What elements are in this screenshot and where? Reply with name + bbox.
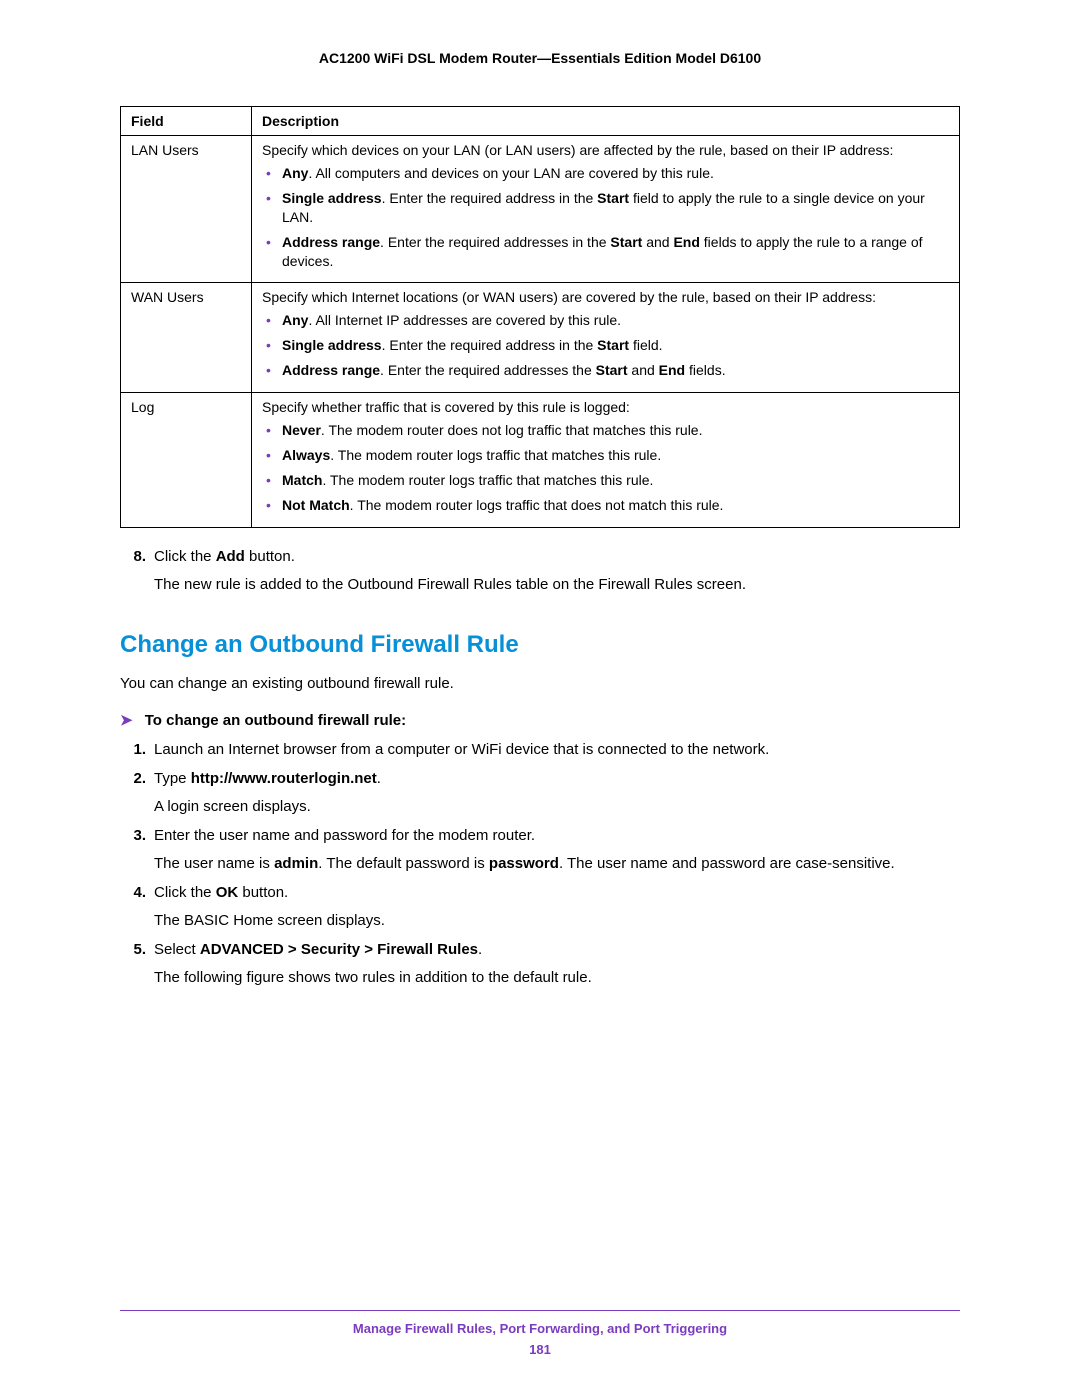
description-cell: Specify which Internet locations (or WAN… (252, 283, 960, 393)
step-8-follow: The new rule is added to the Outbound Fi… (154, 574, 960, 597)
step-3: 3. Enter the user name and password for … (120, 825, 960, 848)
field-cell: WAN Users (121, 283, 252, 393)
bullet-item: Single address. Enter the required addre… (262, 336, 949, 355)
footer-rule (120, 1310, 960, 1311)
bullet-item: Any. All computers and devices on your L… (262, 164, 949, 183)
cell-intro: Specify whether traffic that is covered … (262, 399, 949, 415)
step-number: 1. (120, 739, 154, 762)
step-5-follow: The following figure shows two rules in … (154, 967, 960, 990)
bullet-item: Match. The modem router logs traffic tha… (262, 471, 949, 490)
step-body: Enter the user name and password for the… (154, 825, 960, 848)
footer-section-title: Manage Firewall Rules, Port Forwarding, … (0, 1321, 1080, 1336)
bullet-item: Always. The modem router logs traffic th… (262, 446, 949, 465)
step-2: 2. Type http://www.routerlogin.net. (120, 768, 960, 791)
step-body: Click the Add button. (154, 546, 960, 569)
description-cell: Specify which devices on your LAN (or LA… (252, 136, 960, 283)
bullet-item: Never. The modem router does not log tra… (262, 421, 949, 440)
step-3-follow: The user name is admin. The default pass… (154, 853, 960, 876)
table-header-description: Description (252, 107, 960, 136)
table-row: WAN Users Specify which Internet locatio… (121, 283, 960, 393)
step-4-follow: The BASIC Home screen displays. (154, 910, 960, 933)
document-title: AC1200 WiFi DSL Modem Router—Essentials … (120, 50, 960, 66)
step-number: 8. (120, 546, 154, 569)
cell-intro: Specify which Internet locations (or WAN… (262, 289, 949, 305)
step-number: 4. (120, 882, 154, 905)
table-row: Log Specify whether traffic that is cove… (121, 393, 960, 528)
bullet-item: Address range. Enter the required addres… (262, 361, 949, 380)
step-1: 1. Launch an Internet browser from a com… (120, 739, 960, 762)
procedure-heading: ➤ To change an outbound firewall rule: (120, 711, 960, 729)
procedure-steps: 1. Launch an Internet browser from a com… (120, 739, 960, 990)
bullet-item: Single address. Enter the required addre… (262, 189, 949, 227)
step-5: 5. Select ADVANCED > Security > Firewall… (120, 939, 960, 962)
step-4: 4. Click the OK button. (120, 882, 960, 905)
page-content: AC1200 WiFi DSL Modem Router—Essentials … (0, 0, 1080, 990)
table-header-field: Field (121, 107, 252, 136)
page-footer: Manage Firewall Rules, Port Forwarding, … (0, 1310, 1080, 1357)
step-number: 5. (120, 939, 154, 962)
step-body: Type http://www.routerlogin.net. (154, 768, 960, 791)
step-2-follow: A login screen displays. (154, 796, 960, 819)
fields-table: Field Description LAN Users Specify whic… (120, 106, 960, 528)
bullet-item: Any. All Internet IP addresses are cover… (262, 311, 949, 330)
step-body: Click the OK button. (154, 882, 960, 905)
step-number: 3. (120, 825, 154, 848)
bullet-item: Address range. Enter the required addres… (262, 233, 949, 271)
step-number: 2. (120, 768, 154, 791)
bullet-item: Not Match. The modem router logs traffic… (262, 496, 949, 515)
field-cell: Log (121, 393, 252, 528)
step-8: 8. Click the Add button. (120, 546, 960, 569)
description-cell: Specify whether traffic that is covered … (252, 393, 960, 528)
procedure-title: To change an outbound firewall rule: (145, 712, 406, 729)
field-cell: LAN Users (121, 136, 252, 283)
cell-intro: Specify which devices on your LAN (or LA… (262, 142, 949, 158)
step-body: Select ADVANCED > Security > Firewall Ru… (154, 939, 960, 962)
footer-page-number: 181 (0, 1342, 1080, 1357)
step-body: Launch an Internet browser from a comput… (154, 739, 960, 762)
section-heading: Change an Outbound Firewall Rule (120, 631, 960, 659)
section-intro: You can change an existing outbound fire… (120, 673, 960, 696)
table-row: LAN Users Specify which devices on your … (121, 136, 960, 283)
chevron-right-icon: ➤ (120, 712, 133, 729)
